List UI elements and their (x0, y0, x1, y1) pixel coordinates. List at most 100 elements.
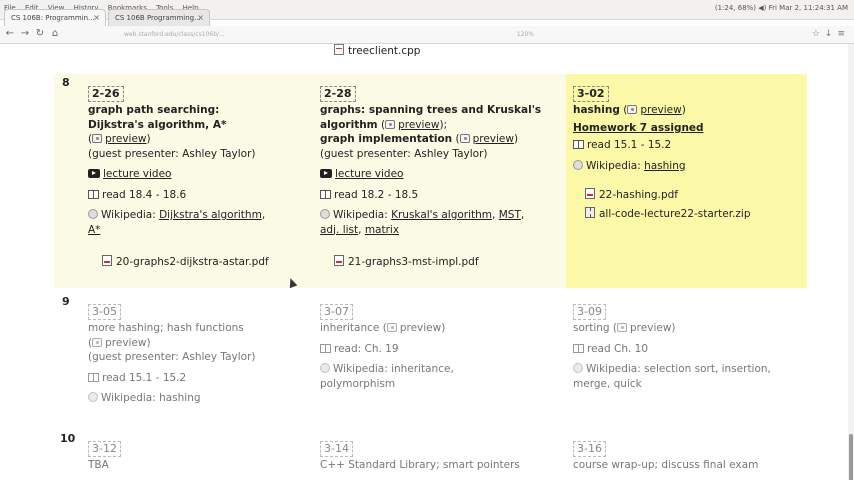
file-link[interactable]: 22-hashing.pdf (573, 188, 803, 203)
preview-icon (92, 134, 103, 143)
book-icon (320, 343, 331, 353)
topic-line: course wrap-up; discuss final exam (573, 459, 759, 471)
preview-icon (617, 323, 628, 332)
file-link[interactable]: treeclient.cpp (334, 44, 420, 57)
url-text: web.stanford.edu/class/cs106b/... (124, 31, 225, 38)
preview-link: preview (399, 322, 442, 334)
tab-cs106b-1[interactable]: CS 106B: Programmin... × (4, 9, 106, 26)
tab-label: CS 106B Programming... (115, 14, 201, 22)
url-bar[interactable]: web.stanford.edu/class/cs106b/... 120% (64, 29, 584, 41)
reading-line: read 18.2 - 18.5 (320, 188, 560, 203)
preview-line: (preview) (88, 133, 151, 145)
cpp-file-icon (334, 44, 344, 55)
download-icon[interactable]: ↓ (825, 29, 838, 39)
bookmark-icon[interactable]: ☆ (812, 29, 825, 39)
tab-label: CS 106B: Programmin... (11, 14, 95, 22)
preview-link: preview (630, 322, 672, 334)
preview-icon (627, 105, 638, 114)
close-icon[interactable]: × (197, 13, 204, 22)
file-link[interactable]: 20-graphs2-dijkstra-astar.pdf (88, 255, 308, 270)
navigation-bar: ← → ↻ ⌂ web.stanford.edu/class/cs106b/..… (0, 26, 854, 44)
file-link[interactable]: all-code-lecture22-starter.zip (573, 206, 803, 222)
presenter: (guest presenter: Ashley Taylor) (88, 351, 256, 363)
menu-icon[interactable]: ≡ (837, 29, 850, 39)
wiki-link[interactable]: Dijkstra's algorithm (159, 209, 262, 221)
topic-line: Dijkstra's algorithm, A* (88, 118, 227, 131)
wiki-link[interactable]: hashing (644, 160, 685, 172)
week-number: 8 (62, 76, 70, 89)
date-badge: 3-07 (320, 304, 353, 320)
lecture-video-link[interactable]: lecture video (103, 168, 172, 180)
day-3-16: 3-16 course wrap-up; discuss final exam (573, 441, 803, 473)
presenter: (guest presenter: Ashley Taylor) (88, 147, 256, 160)
date-badge: 3-09 (573, 304, 606, 320)
lecture-video-link[interactable]: lecture video (335, 168, 404, 180)
date-badge: 3-05 (88, 304, 121, 320)
zoom-level[interactable]: 120% (517, 31, 534, 38)
back-icon[interactable]: ← (4, 28, 16, 39)
toolbar-icons: ☆↓≡ (812, 29, 850, 39)
homework-link[interactable]: Homework 7 assigned (573, 121, 803, 136)
preview-line: (preview) (88, 336, 151, 349)
wikipedia-icon (88, 392, 98, 402)
topic-line: C++ Standard Library; smart pointers (320, 459, 520, 471)
day-3-12: 3-12 TBA (88, 441, 308, 473)
date-badge: 3-16 (573, 441, 606, 457)
home-icon[interactable]: ⌂ (49, 28, 61, 39)
wikipedia-line-cont: polymorphism (320, 377, 396, 390)
video-icon (88, 169, 100, 178)
preview-link[interactable]: preview (473, 133, 514, 145)
reading-line: read Ch. 10 (573, 342, 803, 357)
week-number: 10 (60, 432, 76, 445)
topic-line: graph path searching: (88, 104, 220, 116)
schedule-page: treeclient.cpp 8 2-26 graph path searchi… (0, 44, 854, 480)
topic-line: graphs: spanning trees and Kruskal's (320, 104, 542, 116)
date-badge: 2-26 (88, 86, 124, 102)
wiki-link[interactable]: A* (88, 224, 100, 236)
wikipedia-line-cont: merge, quick (573, 377, 642, 390)
close-icon[interactable]: × (93, 13, 100, 22)
file-link[interactable]: 21-graphs3-mst-impl.pdf (320, 255, 560, 270)
preview-icon (92, 337, 103, 347)
day-2-28: 2-28 graphs: spanning trees and Kruskal'… (320, 86, 560, 270)
wiki-link[interactable]: matrix (365, 224, 399, 236)
preview-icon (385, 119, 396, 129)
book-icon (88, 189, 99, 199)
book-icon (88, 372, 99, 382)
preview-link[interactable]: preview (398, 119, 439, 131)
week-number: 9 (62, 295, 70, 308)
wiki-link[interactable]: adj. list (320, 224, 358, 236)
date-badge: 3-14 (320, 441, 353, 457)
zip-file-icon (585, 206, 595, 218)
scrollbar-thumb[interactable] (849, 434, 853, 480)
date-badge: 3-12 (88, 441, 121, 457)
wiki-link[interactable]: MST (499, 209, 521, 221)
wikipedia-line: Wikipedia: Dijkstra's algorithm, (88, 208, 308, 223)
topic-line: inheritance (preview) (320, 322, 446, 334)
topic-line: TBA (88, 459, 109, 471)
system-tray: (1:24, 68%) ◀) Fri Mar 2, 11:24:31 AM (714, 4, 848, 12)
wiki-link[interactable]: Kruskal's algorithm (391, 209, 492, 221)
topic-line: sorting (preview) (573, 322, 676, 334)
reading-line: read 15.1 - 15.2 (88, 371, 308, 386)
preview-link[interactable]: preview (640, 104, 681, 116)
day-3-02: 3-02 hashing (preview) Homework 7 assign… (573, 86, 803, 221)
wikipedia-line: Wikipedia: inheritance, (320, 362, 560, 377)
topic-line: graph implementation (preview) (320, 133, 519, 145)
wikipedia-line: Wikipedia: selection sort, insertion, (573, 362, 803, 377)
book-icon (320, 189, 331, 199)
wikipedia-icon (320, 363, 330, 373)
pdf-file-icon (102, 255, 112, 266)
topic-line: hashing (preview) (573, 104, 686, 116)
book-icon (573, 140, 584, 149)
reading-line: read: Ch. 19 (320, 342, 560, 357)
pdf-file-icon (585, 188, 595, 199)
day-3-05: 3-05 more hashing; hash functions (previ… (88, 304, 308, 406)
preview-link[interactable]: preview (105, 133, 146, 145)
wikipedia-icon (573, 363, 583, 373)
tab-cs106b-2[interactable]: CS 106B Programming... × (108, 9, 210, 26)
book-icon (573, 343, 584, 353)
reload-icon[interactable]: ↻ (34, 28, 46, 39)
forward-icon[interactable]: → (19, 28, 31, 39)
vertical-scrollbar[interactable] (848, 44, 854, 480)
